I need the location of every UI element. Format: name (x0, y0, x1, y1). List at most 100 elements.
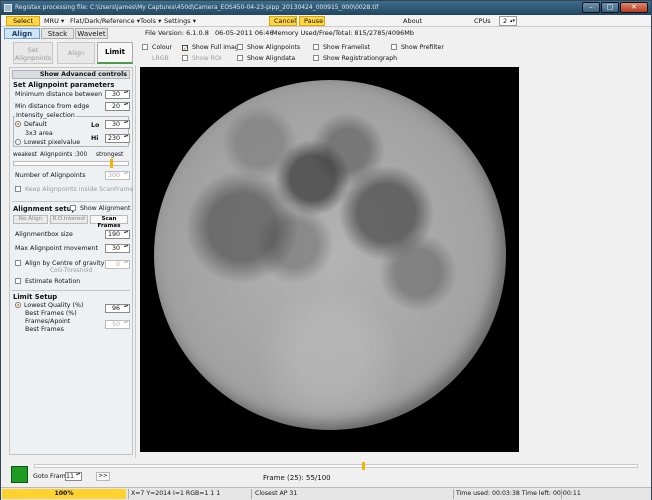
tab-wavelet[interactable]: Wavelet (75, 28, 108, 39)
minimize-icon[interactable]: – (582, 2, 600, 13)
menu-settings[interactable]: Settings ▾ (164, 16, 196, 26)
menu-flat-dark-reference[interactable]: Flat/Dark/Reference ▾ (70, 16, 140, 26)
cpus-stepper[interactable]: 2 ▴▾ (499, 16, 517, 26)
goto-frame-button[interactable]: >> (96, 472, 110, 481)
maximize-icon[interactable]: □ (601, 2, 619, 13)
checkbox-box (237, 55, 243, 61)
alignpoint-strength-slider[interactable] (13, 159, 129, 168)
estimate-rotation-checkbox[interactable]: Estimate Rotation (15, 278, 80, 286)
show-alignpoints-checkbox[interactable]: Show Alignpoints (237, 44, 300, 52)
subtab-align[interactable]: Align (57, 42, 95, 64)
frames-apoint-label: Frames/Apoint (25, 318, 71, 325)
frame-slider[interactable] (34, 462, 638, 470)
checkbox-box (237, 44, 243, 50)
app-window: Registax processing file: C:\Users\james… (0, 0, 652, 500)
menu-select[interactable]: Select (6, 16, 40, 26)
divider (12, 290, 130, 291)
cancel-button[interactable]: Cancel (269, 16, 297, 26)
subtab-set-label-2: Alignpoints (14, 54, 52, 62)
tab-align[interactable]: Align (4, 28, 40, 39)
no-align-button[interactable]: No Align (13, 215, 48, 224)
radio-dot (15, 302, 21, 308)
chevron-down-icon: ▾ (60, 17, 65, 25)
lowest-pixelvalue-label: Lowest pixelvalue (24, 139, 81, 146)
time-info: Time used: 00:03:38 Time left: 00:00:11 (456, 490, 581, 497)
default-radio[interactable]: Default (15, 121, 47, 128)
checkbox-box (182, 55, 188, 61)
checkbox-box (15, 186, 21, 192)
show-framelist-checkbox[interactable]: Show Framelist (313, 44, 370, 52)
lowest-pixelvalue-radio[interactable]: Lowest pixelvalue (15, 139, 80, 146)
pause-button[interactable]: Pause (299, 16, 325, 26)
checkbox-box (391, 44, 397, 50)
tab-stack[interactable]: Stack (41, 28, 74, 39)
window-title: Registax processing file: C:\Users\james… (15, 4, 379, 11)
menu-about[interactable]: About (403, 16, 422, 26)
spinner-arrows-icon[interactable]: ▴▾ (510, 17, 515, 25)
menu-bar: Select MRU ▾ Flat/Dark/Reference ▾ Tools… (1, 15, 651, 27)
subtab-set-label-1: Set (27, 46, 39, 54)
slider-thumb[interactable] (110, 159, 113, 168)
min-dist-edge-stepper[interactable]: 20 (105, 102, 130, 111)
cog-threshold-stepper[interactable]: 0 (105, 260, 130, 269)
checkbox-box (15, 278, 21, 284)
alignpoints-count-label: Alignpoints :300 (40, 152, 88, 158)
hi-label: Hi (91, 135, 99, 142)
radio-dot (15, 121, 21, 127)
show-alignment-checkbox[interactable]: Show Alignment (70, 205, 130, 213)
area-label: 3x3 area (25, 130, 53, 137)
memory-info: Memory Used/Free/Total: 815/2785/4096Mb (272, 29, 414, 37)
slider-thumb[interactable] (362, 462, 365, 470)
lowest-quality-radio[interactable]: Lowest Quality (%) (15, 302, 83, 309)
max-alignpoint-movement-stepper[interactable]: 30 (105, 244, 130, 253)
checkmark-icon (182, 45, 188, 51)
roi-interest-button[interactable]: R.O.Interest (50, 215, 88, 224)
subtab-limit[interactable]: Limit (97, 42, 133, 64)
number-alignpoints-stepper[interactable]: 300 (105, 171, 130, 180)
best-frames-stepper[interactable]: 50 (105, 320, 130, 329)
goto-frame-stepper[interactable]: 11 (65, 472, 82, 481)
show-full-image-checkbox[interactable]: Show Full image (182, 44, 242, 52)
align-by-cog-label: Align by Centre of gravity (25, 260, 105, 267)
hi-stepper[interactable]: 230 (105, 134, 130, 143)
menu-tools-label: Tools (140, 17, 157, 25)
status-separator (128, 489, 129, 499)
lo-stepper[interactable]: 30 (105, 120, 130, 129)
status-bar: 100% X=7 Y=2014 I=1 RGB=1 1 1 Closest AP… (1, 487, 651, 500)
lowest-quality-stepper[interactable]: 96 (105, 304, 130, 313)
keep-inside-checkbox[interactable]: Keep Alignpoints inside ScanFrame (15, 186, 133, 194)
show-alignment-label: Show Alignment (80, 205, 131, 212)
close-icon[interactable]: ✕ (620, 2, 648, 13)
default-label: Default (24, 121, 48, 128)
min-dist-between-stepper[interactable]: 30 (105, 90, 130, 99)
menu-flat-label: Flat/Dark/Reference (70, 17, 135, 25)
colour-checkbox[interactable]: Colour (142, 44, 172, 52)
status-separator (453, 489, 454, 499)
menu-tools[interactable]: Tools ▾ (140, 16, 161, 26)
show-aligndata-label: Show Aligndata (247, 55, 296, 62)
align-by-cog-checkbox[interactable]: Align by Centre of gravity (15, 260, 104, 268)
scan-frames-button[interactable]: Scan Frames (90, 215, 128, 229)
menu-mru[interactable]: MRU ▾ (44, 16, 64, 26)
status-separator (561, 489, 562, 499)
chevron-down-icon: ▾ (192, 17, 197, 25)
best-frames-label: Best Frames (25, 326, 64, 333)
image-viewer[interactable] (140, 67, 519, 452)
progress-bar: 100% (2, 489, 126, 499)
alignbox-size-stepper[interactable]: 190 (105, 230, 130, 239)
lrgb-checkbox[interactable]: LRGB (152, 55, 169, 63)
subtab-set-alignpoints[interactable]: Set Alignpoints (13, 42, 53, 64)
show-registrationgraph-checkbox[interactable]: Show Registrationgraph (313, 55, 397, 63)
show-roi-checkbox[interactable]: Show ROI (182, 55, 222, 63)
divider (12, 201, 130, 202)
window-controls: – □ ✕ (582, 2, 648, 13)
lrgb-label: LRGB (152, 55, 169, 62)
show-aligndata-checkbox[interactable]: Show Aligndata (237, 55, 295, 63)
show-advanced-controls-button[interactable]: Show Advanced controls (12, 70, 130, 79)
show-roi-label: Show ROI (192, 55, 222, 62)
show-prefilter-checkbox[interactable]: Show Prefilter (391, 44, 444, 52)
weakest-label: weakest (13, 152, 37, 158)
min-dist-between-label: Minimum distance between (15, 91, 103, 98)
strongest-label: strongest (96, 152, 124, 158)
limit-panel: Show Advanced controls Set Alignpoint pa… (9, 67, 133, 455)
